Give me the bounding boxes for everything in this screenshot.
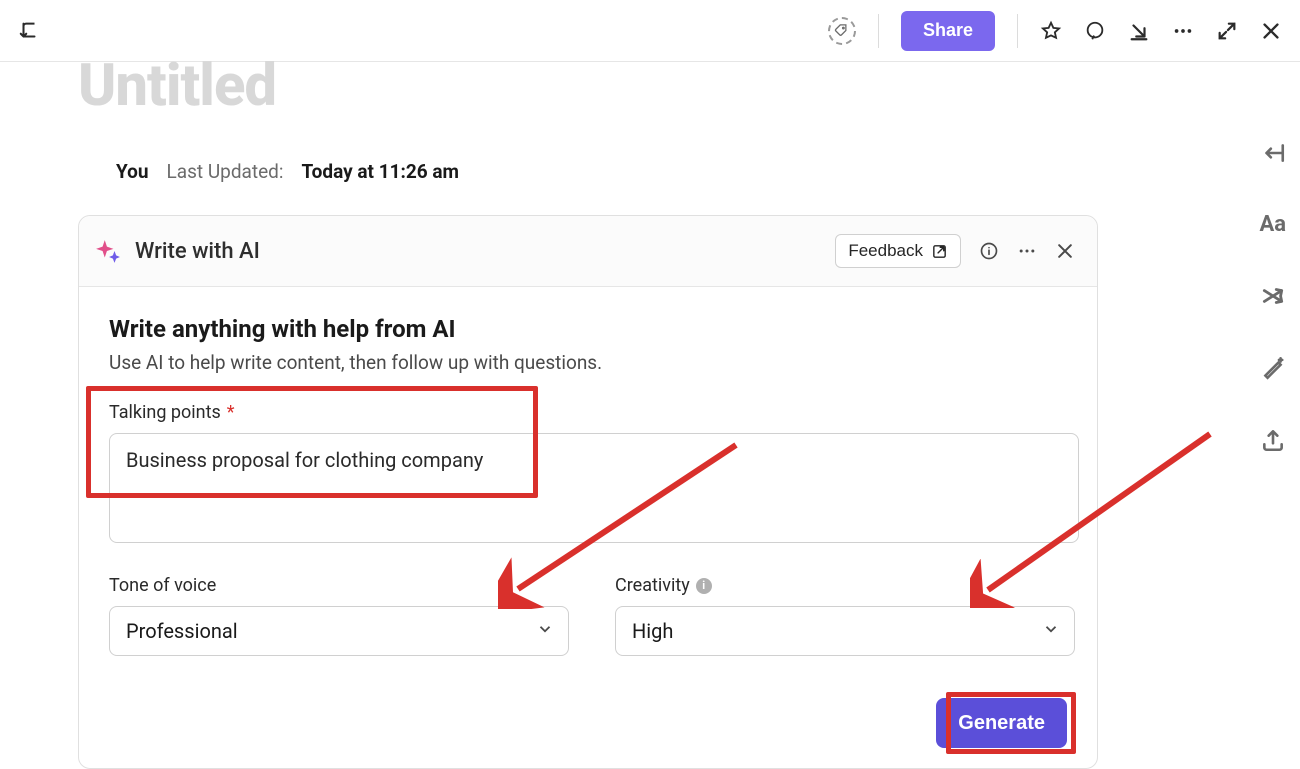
ai-sparkle-icon [95,238,121,264]
page-title[interactable]: Untitled [0,52,1300,120]
typography-button[interactable]: Aa [1259,212,1286,237]
write-with-ai-panel: Write with AI Feedback Write anything wi… [78,215,1098,769]
comment-icon[interactable] [1084,20,1106,42]
divider [878,14,879,48]
divider [1017,14,1018,48]
expand-icon[interactable] [1216,20,1238,42]
upload-icon[interactable] [1260,427,1286,453]
info-icon[interactable]: i [696,578,712,594]
updated-label: Last Updated: [167,160,284,183]
collapse-icon[interactable] [1260,140,1286,166]
creativity-value: High [632,619,673,643]
tone-value: Professional [126,619,238,643]
required-asterisk: * [227,402,235,423]
talking-points-input[interactable] [109,433,1079,543]
more-icon[interactable] [1172,20,1194,42]
shuffle-icon[interactable] [1260,283,1286,309]
close-icon[interactable] [1055,241,1075,261]
magic-wand-icon[interactable] [1260,355,1286,381]
ai-heading: Write anything with help from AI [109,315,1067,343]
close-icon[interactable] [1260,20,1282,42]
updated-time: Today at 11:26 am [301,160,459,183]
doc-meta: You Last Updated: Today at 11:26 am [0,160,1300,183]
ai-panel-header: Write with AI Feedback [79,216,1097,287]
ai-subheading: Use AI to help write content, then follo… [109,351,1067,374]
generate-button[interactable]: Generate [936,698,1067,748]
info-icon[interactable] [979,241,999,261]
download-arrow-icon[interactable] [1128,20,1150,42]
right-sidebar: Aa [1259,140,1286,453]
share-button[interactable]: Share [901,11,995,51]
favorite-icon[interactable] [1040,20,1062,42]
tag-icon[interactable] [828,17,856,45]
doc-author: You [116,160,149,183]
chevron-down-icon [536,619,554,643]
creativity-label: Creativity i [615,575,1075,596]
more-icon[interactable] [1017,241,1037,261]
feedback-label: Feedback [848,241,923,261]
tone-label: Tone of voice [109,575,569,596]
back-icon[interactable] [18,20,40,42]
ai-panel-title: Write with AI [135,239,260,264]
talking-points-label: Talking points * [109,402,1067,423]
chevron-down-icon [1042,619,1060,643]
creativity-select[interactable]: High [615,606,1075,656]
feedback-button[interactable]: Feedback [835,234,961,268]
tone-select[interactable]: Professional [109,606,569,656]
